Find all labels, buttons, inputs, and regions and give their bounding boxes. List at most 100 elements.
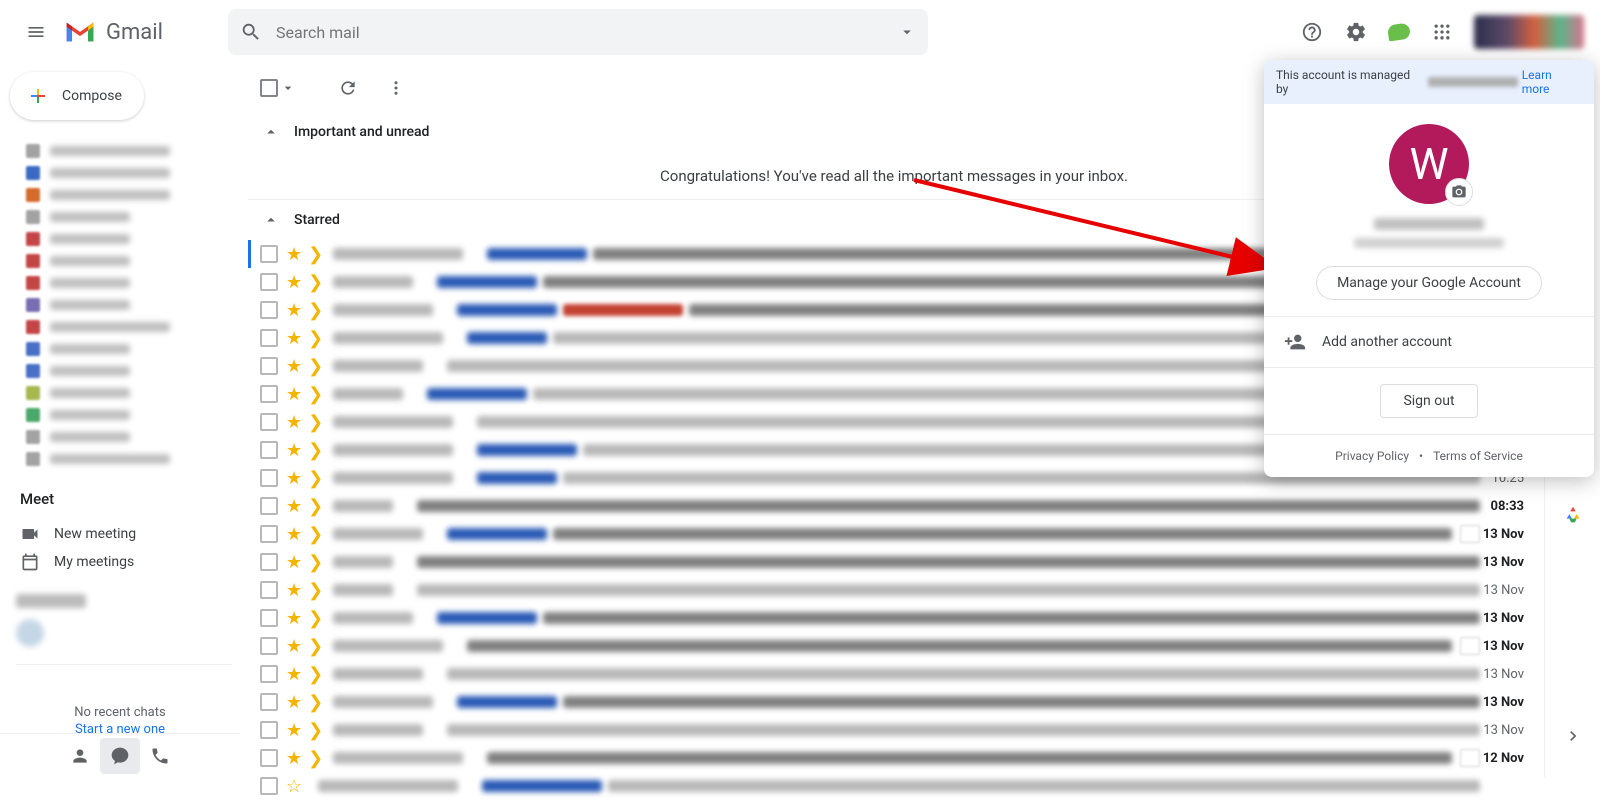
email-row[interactable]: ★❯13 Nov [248,716,1540,744]
row-checkbox[interactable] [260,637,278,655]
my-meetings-button[interactable]: My meetings [20,548,240,576]
star-icon[interactable]: ★ [286,272,302,293]
row-checkbox[interactable] [260,721,278,739]
row-checkbox[interactable] [260,777,278,795]
star-icon[interactable]: ★ [286,496,302,517]
star-icon[interactable]: ★ [286,300,302,321]
rail-expand[interactable] [1563,726,1583,750]
email-row[interactable]: ★❯13 Nov [248,688,1540,716]
folder-item[interactable] [0,140,240,162]
row-checkbox[interactable] [260,553,278,571]
folder-item[interactable] [0,228,240,250]
important-icon[interactable]: ❯ [308,244,323,265]
row-checkbox[interactable] [260,301,278,319]
important-icon[interactable]: ❯ [308,664,323,685]
folder-item[interactable] [0,316,240,338]
star-icon[interactable]: ★ [286,412,302,433]
apps-button[interactable] [1422,12,1462,52]
star-icon[interactable]: ★ [286,692,302,713]
row-checkbox[interactable] [260,329,278,347]
tos-link[interactable]: Terms of Service [1433,449,1523,463]
gmail-logo[interactable]: Gmail [64,20,224,45]
settings-button[interactable] [1336,12,1376,52]
row-checkbox[interactable] [260,665,278,683]
important-icon[interactable]: ❯ [308,692,323,713]
row-checkbox[interactable] [260,413,278,431]
email-row[interactable]: ★❯13 Nov [248,520,1540,548]
important-icon[interactable]: ❯ [308,608,323,629]
folder-item[interactable] [0,250,240,272]
important-icon[interactable]: ❯ [308,496,323,517]
star-icon[interactable]: ★ [286,468,302,489]
star-icon[interactable]: ★ [286,720,302,741]
important-icon[interactable]: ❯ [308,552,323,573]
change-photo-button[interactable] [1445,178,1473,206]
row-checkbox[interactable] [260,273,278,291]
star-icon[interactable]: ★ [286,580,302,601]
row-checkbox[interactable] [260,385,278,403]
folder-item[interactable] [0,294,240,316]
important-icon[interactable]: ❯ [308,412,323,433]
star-icon[interactable]: ☆ [286,776,302,797]
star-icon[interactable]: ★ [286,664,302,685]
email-row[interactable]: ★❯12 Nov [248,744,1540,772]
row-checkbox[interactable] [260,469,278,487]
important-icon[interactable]: ❯ [308,300,323,321]
row-checkbox[interactable] [260,357,278,375]
learn-more-link[interactable]: Learn more [1522,68,1582,96]
important-icon[interactable]: ❯ [308,636,323,657]
email-row[interactable]: ★❯13 Nov [248,576,1540,604]
important-icon[interactable]: ❯ [308,468,323,489]
folder-item[interactable] [0,404,240,426]
important-icon[interactable]: ❯ [308,328,323,349]
sign-out-button[interactable]: Sign out [1380,384,1477,418]
folder-item[interactable] [0,272,240,294]
select-all-checkbox[interactable] [260,79,296,97]
footer-contacts[interactable] [60,738,100,774]
email-row[interactable]: ★❯13 Nov [248,632,1540,660]
row-checkbox[interactable] [260,581,278,599]
row-checkbox[interactable] [260,497,278,515]
email-row[interactable]: ★❯13 Nov [248,604,1540,632]
search-input[interactable] [276,23,898,42]
account-avatar[interactable] [1474,15,1584,49]
new-meeting-button[interactable]: New meeting [20,520,240,548]
row-checkbox[interactable] [260,525,278,543]
refresh-button[interactable] [328,68,368,108]
row-checkbox[interactable] [260,693,278,711]
star-icon[interactable]: ★ [286,748,302,769]
row-checkbox[interactable] [260,441,278,459]
star-icon[interactable]: ★ [286,636,302,657]
star-icon[interactable]: ★ [286,356,302,377]
more-button[interactable] [376,68,416,108]
folder-item[interactable] [0,162,240,184]
star-icon[interactable]: ★ [286,552,302,573]
email-row[interactable]: ★❯08:33 [248,492,1540,520]
manage-account-button[interactable]: Manage your Google Account [1316,266,1542,300]
email-row[interactable]: ☆ [248,772,1540,800]
folder-item[interactable] [0,360,240,382]
row-checkbox[interactable] [260,749,278,767]
main-menu-button[interactable] [12,8,60,56]
important-icon[interactable]: ❯ [308,748,323,769]
email-row[interactable]: ★❯13 Nov [248,548,1540,576]
star-icon[interactable]: ★ [286,608,302,629]
important-icon[interactable]: ❯ [308,580,323,601]
footer-hangouts[interactable] [100,738,140,774]
add-another-account[interactable]: Add another account [1264,316,1594,368]
important-icon[interactable]: ❯ [308,272,323,293]
important-icon[interactable]: ❯ [308,384,323,405]
star-icon[interactable]: ★ [286,328,302,349]
star-icon[interactable]: ★ [286,524,302,545]
folder-item[interactable] [0,382,240,404]
search-bar[interactable] [228,9,928,55]
row-checkbox[interactable] [260,609,278,627]
search-options-icon[interactable] [898,23,916,41]
important-icon[interactable]: ❯ [308,524,323,545]
star-icon[interactable]: ★ [286,440,302,461]
hangouts-user[interactable] [16,618,232,648]
email-row[interactable]: ★❯13 Nov [248,660,1540,688]
star-icon[interactable]: ★ [286,384,302,405]
compose-button[interactable]: Compose [10,72,144,120]
important-icon[interactable]: ❯ [308,440,323,461]
